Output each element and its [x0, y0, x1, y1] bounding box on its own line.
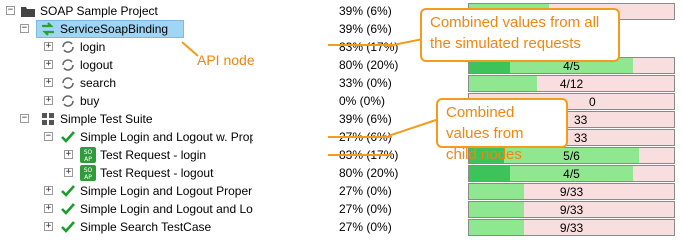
expand-toggle[interactable]: +	[44, 96, 53, 105]
tree-row-teststep[interactable]: + SO AP Test Request - logout 80% (20%) …	[0, 164, 682, 182]
svg-text:AP: AP	[84, 156, 92, 163]
bar-label: 33	[574, 131, 588, 145]
coverage-bar: 9/33	[468, 183, 675, 200]
coverage-bar: 4/5	[468, 165, 675, 182]
row-percent: 27% (0%)	[339, 184, 392, 198]
expand-toggle[interactable]: +	[64, 168, 73, 177]
row-label: Simple Login and Logout and Lo	[80, 202, 253, 216]
refresh-icon	[62, 41, 74, 53]
collapse-toggle[interactable]: −	[20, 114, 29, 123]
svg-text:SO: SO	[84, 167, 93, 174]
tree-row-testcase[interactable]: + Simple Login and Logout and Lo 27% (0%…	[0, 200, 682, 218]
folder-icon	[21, 7, 35, 17]
row-percent: 33% (0%)	[339, 76, 392, 90]
row-percent: 80% (20%)	[339, 58, 399, 72]
collapse-toggle[interactable]: −	[20, 24, 29, 33]
check-icon	[61, 131, 75, 143]
row-label: Simple Test Suite	[60, 112, 153, 126]
row-percent: 39% (6%)	[339, 112, 392, 126]
row-percent: 0% (0%)	[339, 94, 386, 108]
coverage-bar: 4/12	[468, 75, 675, 92]
row-label: Simple Login and Logout Proper	[80, 184, 253, 198]
expand-toggle[interactable]: +	[44, 42, 53, 51]
refresh-icon	[62, 95, 74, 107]
row-label: buy	[80, 94, 100, 108]
row-percent: 39% (6%)	[339, 4, 392, 18]
collapse-toggle[interactable]: −	[6, 6, 15, 15]
row-label: SOAP Sample Project	[40, 4, 158, 18]
row-label: Test Request - logout	[100, 166, 214, 180]
expand-toggle[interactable]: +	[44, 186, 53, 195]
row-label: Simple Search TestCase	[80, 220, 212, 234]
tree-row-testcase[interactable]: + Simple Login and Logout Proper 27% (0%…	[0, 182, 682, 200]
callout-combined-requests: Combined values from all the simulated r…	[420, 8, 620, 62]
row-label: Simple Login and Logout w. Prop	[80, 130, 253, 144]
row-label: login	[80, 40, 106, 54]
underline-annotation	[328, 154, 392, 156]
bar-label: 9/33	[559, 221, 584, 235]
tree-row-operation[interactable]: + search 33% (0%) 4/12	[0, 74, 682, 92]
soap-icon: SO AP	[80, 147, 96, 163]
expand-toggle[interactable]: +	[44, 204, 53, 213]
svg-text:AP: AP	[84, 174, 92, 181]
svg-text:SO: SO	[84, 149, 93, 156]
collapse-toggle[interactable]: −	[44, 132, 53, 141]
refresh-icon	[62, 59, 74, 71]
grid-icon	[42, 113, 54, 125]
row-label: logout	[80, 58, 113, 72]
row-percent: 27% (0%)	[339, 220, 392, 234]
api-node-label: API node	[197, 52, 255, 68]
check-icon	[61, 185, 75, 197]
coverage-bar: 9/33	[468, 201, 675, 218]
underline-annotation	[328, 44, 392, 46]
row-label: ServiceSoapBinding	[60, 22, 169, 36]
row-percent: 80% (20%)	[339, 166, 399, 180]
refresh-icon	[62, 77, 74, 89]
callout-combined-child: Combined values from child nodes	[436, 98, 568, 163]
coverage-bar: 9/33	[468, 219, 675, 236]
underline-annotation	[328, 136, 392, 138]
row-label: Test Request - login	[100, 148, 207, 162]
bar-label: 9/33	[559, 203, 584, 217]
bar-label: 4/12	[559, 77, 584, 91]
bar-label: 4/5	[563, 167, 580, 181]
expand-toggle[interactable]: +	[64, 150, 73, 159]
connector-line	[388, 119, 437, 137]
bar-label: 0	[589, 95, 596, 109]
row-percent: 39% (6%)	[339, 22, 392, 36]
arrows-icon	[42, 22, 54, 36]
soap-icon: SO AP	[80, 165, 96, 181]
row-label: search	[80, 76, 117, 90]
tree-row-testsuite[interactable]: − Simple Test Suite 39% (6%) 33	[0, 110, 682, 128]
expand-toggle[interactable]: +	[44, 78, 53, 87]
tree-row-testcase[interactable]: + Simple Search TestCase 27% (0%) 9/33	[0, 218, 682, 236]
tree-row-operation[interactable]: + buy 0% (0%) 0	[0, 92, 682, 110]
bar-label: 33	[574, 113, 588, 127]
check-icon	[61, 203, 75, 215]
bar-label: 9/33	[559, 185, 584, 199]
expand-toggle[interactable]: +	[44, 60, 53, 69]
expand-toggle[interactable]: +	[44, 222, 53, 231]
check-icon	[61, 221, 75, 233]
row-percent: 27% (0%)	[339, 202, 392, 216]
